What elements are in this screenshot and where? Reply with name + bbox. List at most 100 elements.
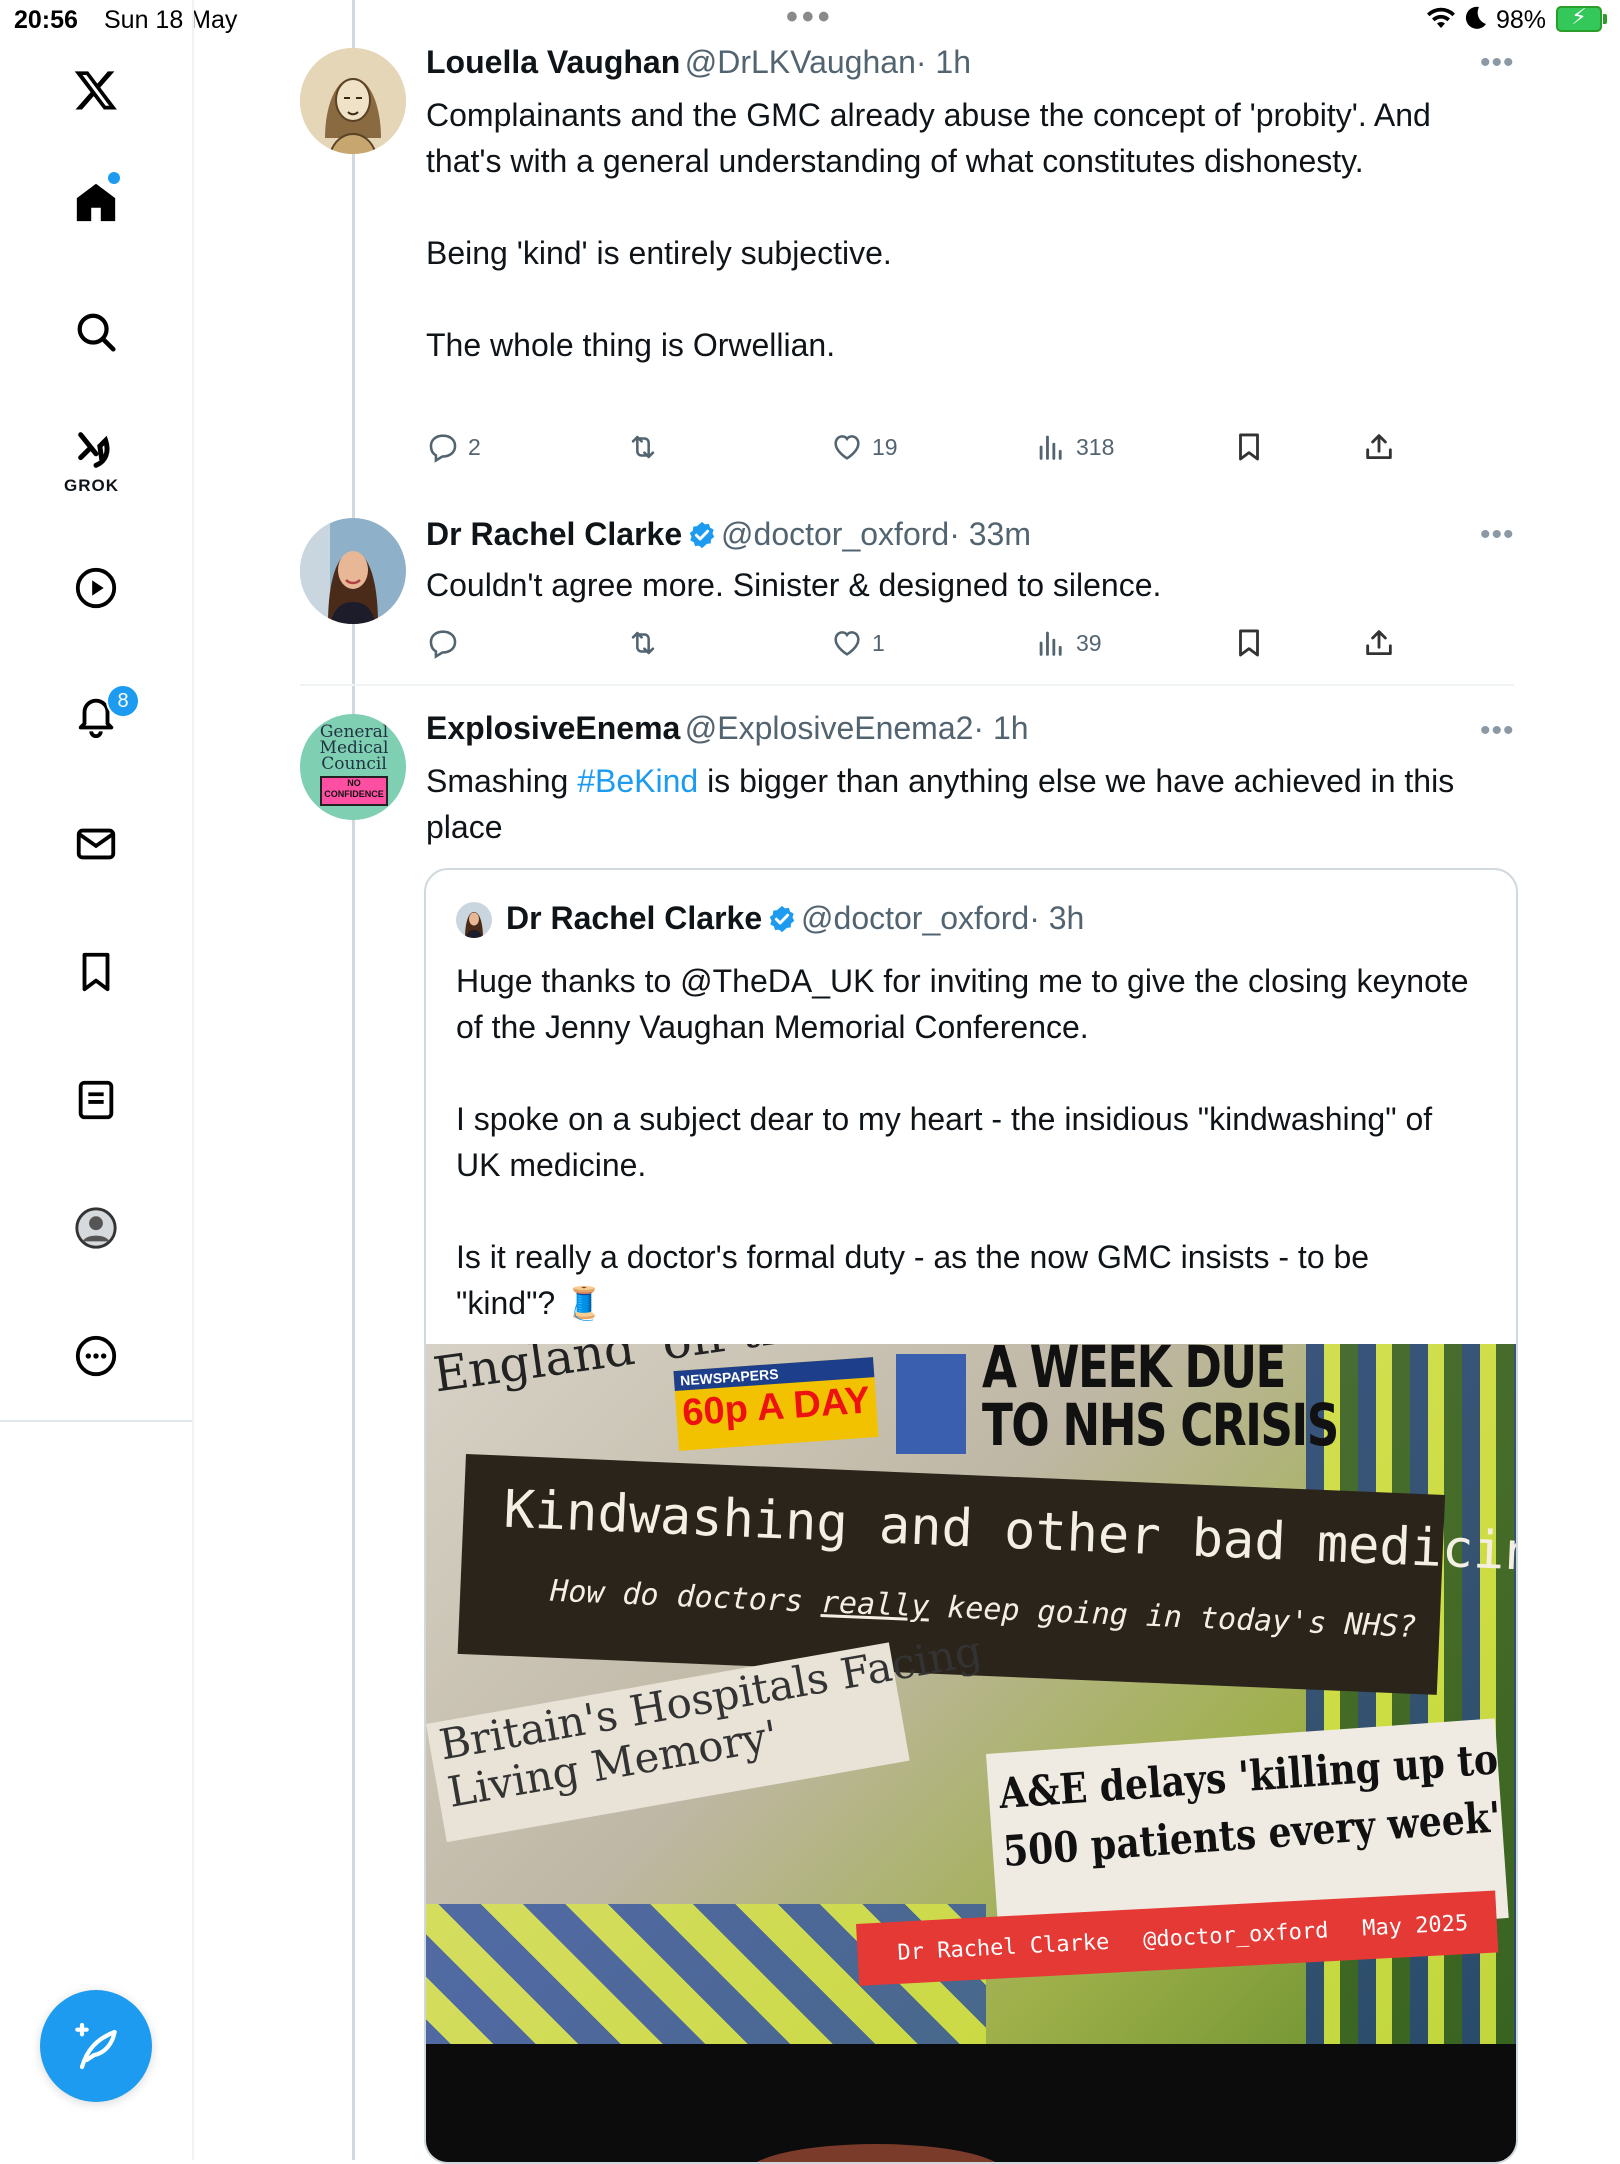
- avatar[interactable]: [300, 518, 406, 624]
- mail-icon[interactable]: [70, 818, 122, 870]
- like-icon: [834, 631, 860, 656]
- subtitle-underlined: really: [820, 1585, 931, 1625]
- author-handle[interactable]: @ExplosiveEnema2: [685, 710, 974, 746]
- footer-date: May 2025: [1361, 1910, 1469, 1941]
- video-icon[interactable]: [70, 562, 122, 614]
- home-unread-dot: [108, 172, 120, 184]
- grok-icon[interactable]: [70, 424, 122, 476]
- bookmark-icon: [1239, 433, 1259, 461]
- price-badge-panel: NEWSPAPERS 60p A DAY: [673, 1357, 879, 1451]
- hashtag-link[interactable]: #BeKind: [577, 763, 698, 799]
- tweet-actions: 2 19 318: [426, 430, 1426, 470]
- more-icon[interactable]: [70, 1330, 122, 1382]
- tweet-text: Smashing #BeKind is bigger than anything…: [426, 758, 1526, 850]
- tweet-paragraph: The whole thing is Orwellian.: [426, 327, 836, 363]
- avatar-text: CONFIDENCE: [324, 789, 384, 799]
- like-button[interactable]: 1: [830, 626, 885, 660]
- author-name[interactable]: ExplosiveEnema: [426, 710, 680, 746]
- quote-time: · 3h: [1029, 900, 1085, 936]
- quote-paragraph: Huge thanks to @TheDA_UK for inviting me…: [456, 963, 1469, 1045]
- avatar-text: NO: [347, 778, 361, 788]
- reply-icon: [429, 630, 457, 659]
- quote-author-name: Dr Rachel Clarke: [506, 900, 763, 936]
- bookmark-icon[interactable]: [70, 946, 122, 998]
- tweet-header: ExplosiveEnema @ExplosiveEnema2· 1h: [426, 710, 1029, 747]
- subtitle-part: keep going in today's NHS?: [928, 1589, 1418, 1645]
- profile-icon[interactable]: [70, 1202, 122, 1254]
- search-icon[interactable]: [70, 306, 122, 358]
- multitask-dots-icon[interactable]: •••: [786, 0, 834, 37]
- views-count: 39: [1076, 629, 1102, 656]
- notification-badge: 8: [106, 684, 140, 718]
- share-button[interactable]: [1362, 626, 1396, 660]
- views-icon: [1039, 631, 1062, 656]
- avatar[interactable]: General Medical Council NO CONFIDENCE: [300, 714, 406, 820]
- focus-moon-icon: [1462, 4, 1488, 39]
- avatar[interactable]: [300, 48, 406, 154]
- verified-icon: [689, 521, 714, 549]
- tweet-time[interactable]: · 1h: [973, 710, 1028, 746]
- quote-media-image[interactable]: England 'off the NEWSPAPERS 60p A DAY A …: [426, 1344, 1516, 2162]
- like-count: 19: [872, 433, 898, 460]
- author-name[interactable]: Dr Rachel Clarke: [426, 516, 682, 552]
- tweet-time[interactable]: · 33m: [949, 516, 1031, 552]
- headline-line: TO NHS CRISIS: [982, 1391, 1339, 1459]
- footer-handle: @doctor_oxford: [1142, 1917, 1329, 1953]
- more-options-icon[interactable]: •••: [1480, 518, 1515, 552]
- tweet-paragraph: Being 'kind' is entirely subjective.: [426, 235, 892, 271]
- headline-text: A WEEK DUE TO NHS CRISIS: [982, 1344, 1339, 1459]
- share-icon: [1366, 434, 1392, 460]
- retweet-button[interactable]: [626, 626, 660, 660]
- tweet-header: Louella Vaughan @DrLKVaughan· 1h: [426, 44, 971, 81]
- list-icon[interactable]: [70, 1074, 122, 1126]
- like-button[interactable]: 19: [830, 430, 898, 464]
- share-icon: [1366, 630, 1392, 656]
- compose-icon: [75, 2022, 117, 2070]
- bookmark-button[interactable]: [1232, 626, 1266, 660]
- quote-author-handle: @doctor_oxford: [801, 900, 1030, 936]
- reply-count: 2: [468, 433, 481, 460]
- quote-header: Dr Rachel Clarke @doctor_oxford· 3h: [506, 900, 1084, 937]
- author-name[interactable]: Louella Vaughan: [426, 44, 680, 80]
- compose-button[interactable]: [40, 1990, 152, 2102]
- reply-icon: [429, 434, 457, 463]
- wifi-icon: [1426, 6, 1456, 37]
- views-button[interactable]: 318: [1034, 430, 1114, 464]
- quote-paragraph: I spoke on a subject dear to my heart - …: [456, 1101, 1433, 1183]
- more-options-icon[interactable]: •••: [1480, 714, 1515, 748]
- quote-text: Huge thanks to @TheDA_UK for inviting me…: [456, 958, 1476, 1326]
- views-button[interactable]: 39: [1034, 626, 1102, 660]
- retweet-icon: [631, 631, 655, 655]
- share-button[interactable]: [1362, 430, 1396, 464]
- like-icon: [834, 435, 860, 460]
- sidebar-divider: [0, 1420, 192, 1422]
- views-count: 318: [1076, 433, 1115, 460]
- reply-button[interactable]: [426, 626, 460, 660]
- headline-line: A WEEK DUE: [982, 1344, 1286, 1401]
- retweet-icon: [631, 435, 655, 459]
- avatar-text: Council: [321, 754, 387, 774]
- views-icon: [1039, 435, 1062, 460]
- like-count: 1: [872, 629, 885, 656]
- subtitle-part: How do doctors: [549, 1573, 822, 1620]
- quoted-tweet[interactable]: Dr Rachel Clarke @doctor_oxford· 3h Huge…: [424, 868, 1518, 2164]
- slide-title: Kindwashing and other bad medicine: [502, 1479, 1516, 1585]
- tweet-divider: [300, 684, 1514, 686]
- tweet-paragraph: Complainants and the GMC already abuse t…: [426, 97, 1431, 179]
- x-logo-icon[interactable]: [70, 64, 122, 116]
- reply-button[interactable]: 2: [426, 430, 481, 464]
- bookmark-button[interactable]: [1232, 430, 1266, 464]
- battery-icon: ⚡: [1556, 4, 1607, 32]
- more-options-icon[interactable]: •••: [1480, 46, 1515, 80]
- author-handle[interactable]: @doctor_oxford: [721, 516, 949, 552]
- tweet-time[interactable]: · 1h: [916, 44, 971, 80]
- tweet-text-part: Smashing: [426, 763, 578, 799]
- author-handle[interactable]: @DrLKVaughan: [685, 44, 916, 80]
- stage-dark-area: [426, 2044, 1516, 2162]
- tweet-actions: 1 39: [426, 626, 1426, 666]
- slide-subtitle: How do doctors really keep going in toda…: [550, 1574, 1418, 1645]
- newspaper-thumbnail: [896, 1354, 966, 1454]
- tweet-text: Couldn't agree more. Sinister & designed…: [426, 567, 1162, 603]
- thread-connector: [352, 0, 355, 2160]
- retweet-button[interactable]: [626, 430, 660, 464]
